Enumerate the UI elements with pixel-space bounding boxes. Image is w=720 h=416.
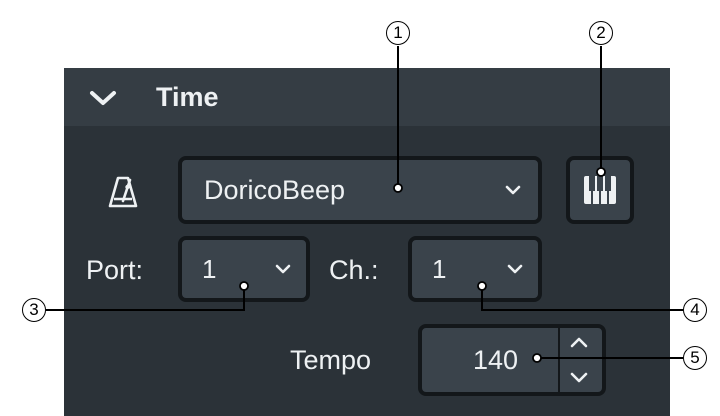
- metronome-icon: [108, 176, 138, 208]
- port-label: Port:: [86, 255, 144, 285]
- channel-label: Ch.:: [329, 255, 379, 285]
- keyboard-button[interactable]: [566, 156, 634, 224]
- time-section-header[interactable]: Time: [64, 68, 670, 126]
- tempo-label: Tempo: [290, 345, 372, 375]
- chevron-down-icon: [505, 185, 521, 195]
- callout-2: 2: [589, 21, 613, 45]
- chevron-down-icon: [275, 264, 291, 274]
- callout-4: 4: [683, 298, 707, 322]
- chevron-down-icon[interactable]: [88, 88, 118, 108]
- chevron-down-icon: [507, 264, 523, 274]
- channel-value: 1: [432, 254, 447, 284]
- piano-keyboard-icon: [584, 176, 616, 204]
- spinbox-divider: [558, 328, 560, 392]
- click-device-select[interactable]: DoricoBeep: [178, 156, 542, 224]
- callout-5: 5: [683, 346, 707, 370]
- section-title: Time: [156, 82, 219, 112]
- tempo-value[interactable]: 140: [473, 345, 518, 375]
- callout-3: 3: [22, 298, 46, 322]
- port-select[interactable]: 1: [178, 236, 310, 302]
- port-value: 1: [202, 254, 217, 284]
- channel-select[interactable]: 1: [408, 236, 542, 302]
- device-value: DoricoBeep: [204, 175, 346, 205]
- callout-1: 1: [386, 21, 410, 45]
- tempo-spinbox[interactable]: 140: [418, 324, 606, 396]
- chevron-up-icon[interactable]: [568, 334, 590, 350]
- chevron-down-icon[interactable]: [568, 370, 590, 386]
